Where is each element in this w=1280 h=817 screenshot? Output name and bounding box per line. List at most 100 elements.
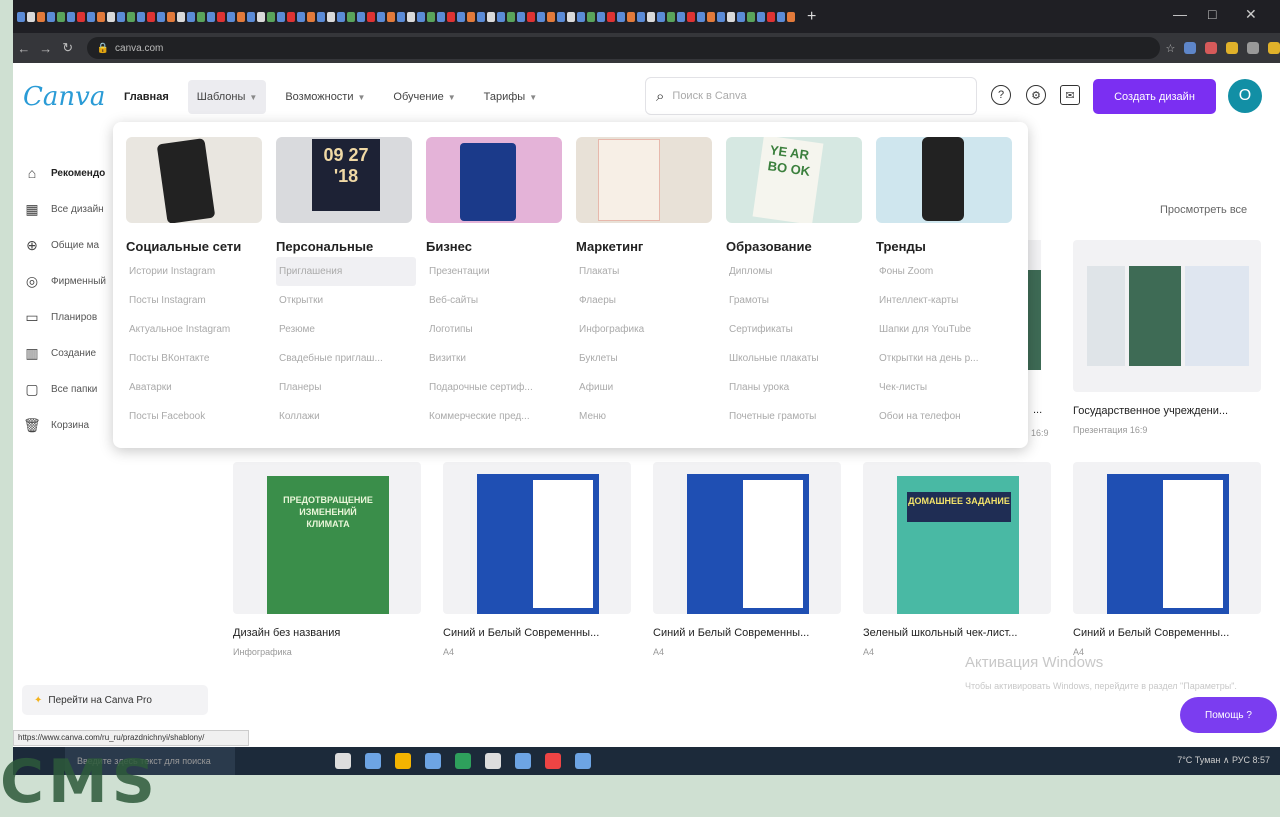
sidebar-item-all-designs[interactable]: ▦ Все дизайн [13, 191, 123, 227]
menu-column-title[interactable]: Персональные [276, 239, 416, 257]
search-input[interactable]: ⌕ Поиск в Canva [645, 77, 977, 115]
tab-favicon[interactable] [267, 11, 275, 22]
tab-favicon[interactable] [107, 11, 115, 22]
menu-link[interactable]: Планы урока [726, 373, 866, 402]
tab-favicon[interactable] [707, 11, 715, 22]
tab-favicon[interactable] [487, 11, 495, 22]
sidebar-item-create-team[interactable]: ▥ Создание [13, 335, 123, 371]
menu-link[interactable]: Почетные грамоты [726, 402, 866, 431]
tab-favicon[interactable] [467, 11, 475, 22]
tab-favicon[interactable] [347, 11, 355, 22]
tab-favicon[interactable] [597, 11, 605, 22]
category-thumbnail[interactable] [126, 137, 262, 223]
view-all-link[interactable]: Просмотреть все [1160, 204, 1247, 216]
tab-favicon[interactable] [357, 11, 365, 22]
minimize-button[interactable]: — [1173, 6, 1187, 22]
settings-icon[interactable]: ⚙ [1026, 85, 1046, 105]
nav-learn[interactable]: Обучение ▼ [384, 80, 464, 114]
tab-favicon[interactable] [607, 11, 615, 22]
tab-favicon[interactable] [687, 11, 695, 22]
close-window-button[interactable]: ✕ [1245, 6, 1257, 23]
tab-favicon[interactable] [177, 11, 185, 22]
tab-favicon[interactable] [637, 11, 645, 22]
tab-favicon[interactable] [47, 11, 55, 22]
tab-favicon[interactable] [187, 11, 195, 22]
edge-icon[interactable] [425, 753, 441, 769]
menu-link[interactable]: Буклеты [576, 344, 716, 373]
tab-favicon[interactable] [167, 11, 175, 22]
tab-favicon[interactable] [137, 11, 145, 22]
browser-tab-strip[interactable]: + — □ ✕ [13, 0, 1280, 33]
menu-link[interactable]: Фоны Zoom [876, 257, 1016, 286]
nav-features[interactable]: Возможности ▼ [276, 80, 374, 114]
menu-link[interactable]: Посты Facebook [126, 402, 266, 431]
tab-favicon[interactable] [447, 11, 455, 22]
menu-link[interactable]: Афиши [576, 373, 716, 402]
menu-column-title[interactable]: Образование [726, 239, 866, 257]
sidebar-item-folders[interactable]: ▢ Все папки [13, 371, 123, 407]
tab-favicon[interactable] [657, 11, 665, 22]
menu-link[interactable]: Меню [576, 402, 716, 431]
avatar[interactable]: O [1228, 79, 1262, 113]
menu-link[interactable]: Посты ВКонтакте [126, 344, 266, 373]
menu-link[interactable]: Плакаты [576, 257, 716, 286]
tab-favicon[interactable] [697, 11, 705, 22]
tab-favicon[interactable] [647, 11, 655, 22]
sidebar-item-trash[interactable]: 🗑 Корзина [13, 407, 123, 443]
extension-icon[interactable] [1205, 42, 1218, 54]
chrome-icon[interactable] [455, 753, 471, 769]
tab-favicon[interactable] [77, 11, 85, 22]
menu-link[interactable]: Свадебные приглаш... [276, 344, 416, 373]
task-view-icon[interactable] [365, 753, 381, 769]
tab-favicon[interactable] [557, 11, 565, 22]
tab-favicon[interactable] [367, 11, 375, 22]
tab-favicon[interactable] [87, 11, 95, 22]
tab-favicon[interactable] [767, 11, 775, 22]
cortana-icon[interactable] [335, 753, 351, 769]
tab-favicon[interactable] [747, 11, 755, 22]
menu-link[interactable]: Обои на телефон [876, 402, 1016, 431]
sidebar-item-recommended[interactable]: ⌂ Рекомендо [13, 155, 123, 191]
tab-favicon[interactable] [727, 11, 735, 22]
menu-link[interactable]: Планеры [276, 373, 416, 402]
tab-favicon[interactable] [477, 11, 485, 22]
extension-icon[interactable] [1184, 42, 1197, 54]
tab-favicon[interactable] [627, 11, 635, 22]
tab-favicon[interactable] [337, 11, 345, 22]
menu-link[interactable]: Актуальное Instagram [126, 315, 266, 344]
tab-favicon[interactable] [417, 11, 425, 22]
menu-link[interactable]: Открытки [276, 286, 416, 315]
tab-favicon[interactable] [537, 11, 545, 22]
tab-favicon[interactable] [717, 11, 725, 22]
tab-favicon[interactable] [147, 11, 155, 22]
file-explorer-icon[interactable] [395, 753, 411, 769]
menu-link[interactable]: Коллажи [276, 402, 416, 431]
tab-favicon[interactable] [67, 11, 75, 22]
help-icon[interactable]: ? [991, 85, 1011, 105]
design-card[interactable]: ПРЕДОТВРАЩЕНИЕ ИЗМЕНЕНИЙ КЛИМАТА Дизайн … [233, 462, 421, 657]
maximize-button[interactable]: □ [1208, 6, 1216, 22]
url-field[interactable]: 🔒 canva.com [86, 37, 1160, 59]
tab-favicon[interactable] [207, 11, 215, 22]
menu-column-title[interactable]: Социальные сети [126, 239, 266, 257]
extension-icon[interactable] [1247, 42, 1260, 54]
tab-favicon[interactable] [777, 11, 785, 22]
tab-favicon[interactable] [787, 11, 795, 22]
tab-favicon[interactable] [57, 11, 65, 22]
canva-logo[interactable]: Canva [23, 82, 115, 112]
tab-favicon[interactable] [547, 11, 555, 22]
tab-favicon[interactable] [437, 11, 445, 22]
tab-favicon[interactable] [757, 11, 765, 22]
tab-favicon[interactable] [37, 11, 45, 22]
create-design-button[interactable]: Создать дизайн [1093, 79, 1216, 114]
tab-favicon[interactable] [227, 11, 235, 22]
design-card[interactable]: Синий и Белый Современны... A4 [1073, 462, 1261, 657]
nav-pricing[interactable]: Тарифы ▼ [475, 80, 546, 114]
tab-favicon[interactable] [667, 11, 675, 22]
tab-favicon[interactable] [567, 11, 575, 22]
design-card[interactable]: Государственное учреждени... Презентация… [1073, 240, 1261, 435]
tab-favicon[interactable] [97, 11, 105, 22]
menu-link[interactable]: Логотипы [426, 315, 566, 344]
menu-link[interactable]: Коммерческие пред... [426, 402, 566, 431]
tab-favicon[interactable] [577, 11, 585, 22]
